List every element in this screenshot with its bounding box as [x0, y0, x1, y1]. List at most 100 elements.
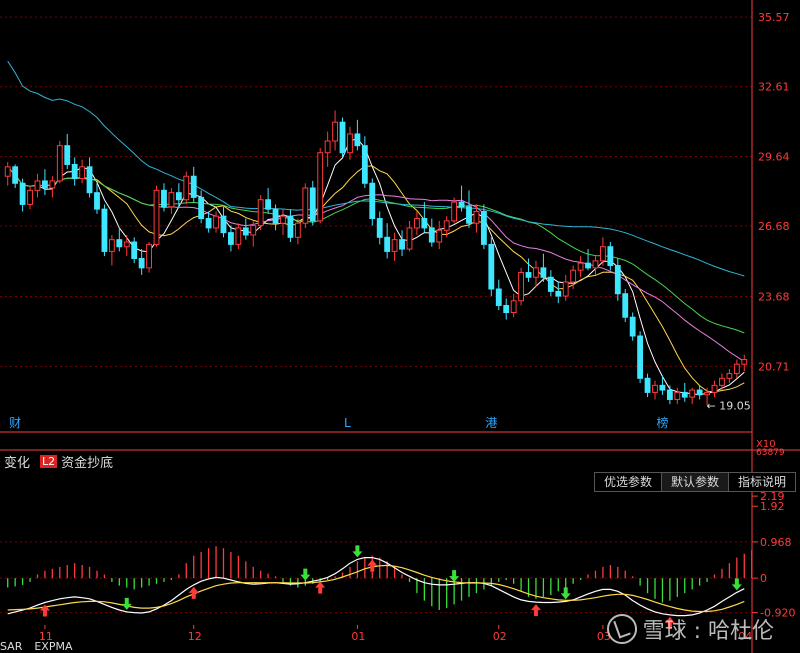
sell-signal-arrow-icon	[300, 568, 311, 581]
price-tick-label: 26.68	[758, 220, 790, 233]
indicator-help-button[interactable]: 指标说明	[727, 472, 796, 492]
candle-body	[547, 276, 554, 292]
macd-tick-label: 1.92	[760, 500, 785, 513]
stock-chart: 35.5732.6129.6426.6823.6820.71X1063879← …	[0, 0, 800, 653]
macd-tick-label: 0.968	[760, 536, 792, 549]
candle-body	[488, 243, 495, 290]
candle-body	[674, 391, 681, 400]
candle-body	[354, 133, 361, 147]
price-tick-label: 35.57	[758, 11, 790, 24]
candle-body	[42, 180, 48, 189]
candle-body	[666, 389, 673, 400]
candle-body	[719, 377, 725, 386]
tab-change[interactable]: 变化	[0, 452, 34, 471]
default-params-button[interactable]: 默认参数	[660, 472, 729, 492]
candle-body	[56, 145, 63, 182]
candle-body	[19, 182, 26, 205]
sell-signal-arrow-icon	[121, 597, 132, 610]
candle-body	[607, 246, 614, 267]
candle-body	[108, 239, 115, 252]
candle-body	[733, 363, 740, 375]
candle-body	[555, 290, 562, 297]
tab-fund-bottom[interactable]: 资金抄底	[57, 452, 117, 471]
candle-body	[622, 293, 629, 318]
candle-body	[644, 377, 651, 393]
candle-body	[391, 239, 398, 252]
sell-signal-arrow-icon	[449, 570, 460, 583]
price-tick-label: 32.61	[758, 81, 790, 94]
ma-line-30	[7, 166, 745, 334]
candle-body	[79, 166, 86, 180]
candle-body	[332, 121, 338, 142]
axis-extra-label: 63879	[756, 448, 785, 458]
candle-body	[510, 300, 517, 314]
buy-signal-arrow-icon	[367, 559, 378, 572]
candle-body	[220, 215, 227, 234]
x-tick-label: 12	[188, 630, 202, 643]
candle-body	[421, 218, 428, 229]
candle-body	[495, 288, 502, 306]
sell-signal-arrow-icon	[731, 578, 742, 591]
buy-signal-arrow-icon	[188, 586, 199, 599]
candle-body	[466, 206, 472, 224]
candle-body	[480, 210, 487, 245]
price-tick-label: 29.64	[758, 150, 790, 163]
candle-body	[458, 201, 465, 208]
candle-body	[361, 145, 368, 184]
price-tick-label: 23.68	[758, 291, 790, 304]
candle-body	[4, 166, 11, 177]
candle-body	[183, 175, 190, 201]
macd-tick-label: 0	[760, 572, 767, 585]
candle-body	[257, 199, 264, 227]
candle-body	[138, 257, 145, 269]
candle-body	[451, 201, 458, 222]
candle-body	[198, 196, 205, 220]
sell-signal-arrow-icon	[352, 545, 363, 558]
watermark-text: 雪球 : 哈杜伦	[642, 619, 774, 644]
candle-body	[376, 218, 383, 238]
preferred-params-button[interactable]: 优选参数	[593, 472, 662, 492]
candle-body	[369, 182, 376, 220]
candle-body	[399, 239, 405, 250]
candle-body	[235, 227, 242, 245]
candle-body	[629, 316, 636, 337]
candle-body	[168, 192, 175, 208]
candle-body	[443, 220, 450, 231]
candle-body	[280, 215, 286, 224]
candle-body	[324, 140, 331, 154]
buy-signal-arrow-icon	[315, 581, 326, 594]
candle-body	[533, 267, 539, 278]
candle-body	[585, 262, 591, 269]
candle-body	[12, 166, 19, 184]
candle-body	[190, 175, 197, 198]
candle-body	[49, 180, 56, 189]
candle-body	[153, 189, 160, 245]
candle-body	[317, 152, 324, 222]
candle-body	[637, 335, 644, 379]
candle-body	[294, 222, 301, 238]
candle-body	[570, 269, 577, 283]
candle-body	[540, 267, 547, 278]
tab-sar[interactable]: SAR	[0, 640, 22, 653]
low-price-annotation: ← 19.05	[707, 399, 751, 412]
candle-body	[711, 384, 718, 393]
candle-body	[614, 265, 621, 295]
candle-body	[161, 189, 167, 208]
watermark: 雪球 : 哈杜伦	[606, 613, 774, 645]
candle-body	[347, 133, 353, 154]
candle-body	[384, 236, 391, 252]
event-marker: 财	[9, 416, 21, 430]
x-tick-label: 02	[493, 630, 507, 643]
candle-body	[123, 241, 130, 248]
candle-body	[577, 262, 584, 271]
param-toolbar: 优选参数 默认参数 指标说明	[593, 472, 796, 492]
indicator-tab-strip: 变化 L2 资金抄底	[0, 452, 117, 471]
snowball-logo-icon	[606, 614, 637, 644]
x-tick-label: 01	[351, 630, 365, 643]
candle-body	[242, 227, 249, 236]
candle-body	[436, 229, 443, 243]
macd-dea-line	[7, 564, 745, 613]
tab-expma[interactable]: EXPMA	[34, 640, 72, 653]
event-marker: L	[344, 416, 351, 430]
candle-body	[116, 239, 123, 248]
